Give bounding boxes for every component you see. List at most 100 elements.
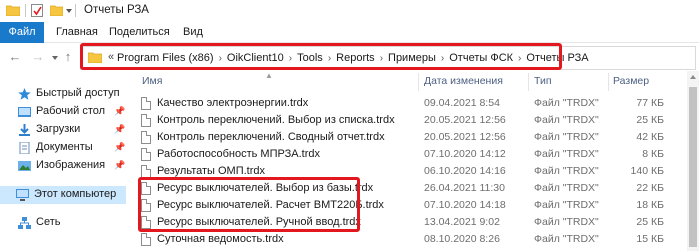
title-separator [25,4,26,17]
scroll-thumb[interactable] [689,87,697,247]
sidebar-item-downloads[interactable]: Загрузки 📌 [0,121,126,139]
breadcrumb-separator-icon[interactable]: › [518,53,521,64]
file-size: 77 КБ [636,97,664,109]
tab-view[interactable]: Вид [183,22,203,43]
sidebar-item-label: Документы [36,141,93,153]
column-divider[interactable] [418,73,419,91]
file-type: Файл "TRDX" [534,97,599,109]
sidebar-item-label: Быстрый доступ [36,87,120,99]
address-bar[interactable]: « Program Files (x86) › OikClient10 › To… [80,46,696,70]
sidebar-item-network[interactable]: Сеть [0,214,126,232]
sidebar-item-label: Рабочий стол [36,105,106,117]
file-type: Файл "TRDX" [534,182,599,194]
new-folder-quick-icon[interactable] [50,5,63,16]
column-header-size[interactable]: Размер [613,75,649,90]
column-header-type[interactable]: Тип [534,75,552,90]
breadcrumb-item[interactable]: Reports [336,52,375,64]
file-type: Файл "TRDX" [534,216,599,228]
sidebar-item-this-pc[interactable]: Этот компьютер [0,186,126,204]
file-row[interactable]: Ресурс выключателей. Выбор из базы.trdx … [136,180,666,197]
back-arrow-icon[interactable]: ← [8,50,22,64]
breadcrumb-item-current[interactable]: Отчеты РЗА [526,52,588,64]
file-size: 8 КБ [642,148,664,160]
file-row[interactable]: Ресурс выключателей. Расчет ВМТ220Б.trdx… [136,197,666,214]
file-row[interactable]: Качество электроэнергии.trdx 09.04.2021 … [136,95,666,112]
sidebar-item-pictures[interactable]: Изображения 📌 [0,157,126,175]
title-separator-2 [75,4,76,17]
navigation-pane: Быстрый доступ Рабочий стол 📌 Загрузки 📌… [0,71,126,251]
file-type: Файл "TRDX" [534,148,599,160]
breadcrumb-separator-icon[interactable]: › [380,53,383,64]
up-arrow-icon[interactable]: ↑ [61,50,75,64]
navigation-bar: ← → ↑ « Program Files (x86) › OikClient1… [0,43,699,71]
pin-icon[interactable]: 📌 [114,142,125,153]
column-divider[interactable] [528,73,529,91]
sidebar-item-documents[interactable]: Документы 📌 [0,139,126,157]
sidebar-item-desktop[interactable]: Рабочий стол 📌 [0,103,126,121]
breadcrumb-separator-icon[interactable]: › [328,53,331,64]
file-row[interactable]: Контроль переключений. Выбор из списка.t… [136,112,666,129]
sidebar-item-label: Сеть [36,216,61,228]
file-name: Ресурс выключателей. Выбор из базы.trdx [157,182,374,194]
forward-arrow-icon[interactable]: → [31,50,45,64]
file-size: 42 КБ [636,131,664,143]
file-size: 18 КБ [636,199,664,211]
computer-icon [16,189,29,201]
column-header-date[interactable]: Дата изменения [424,75,503,90]
file-row[interactable]: Работоспособность МПРЗА.trdx 07.10.2020 … [136,146,666,163]
title-bar: Отчеты РЗА [0,0,699,22]
file-row[interactable]: Суточная ведомость.trdx 08.10.2020 8:26 … [136,231,666,248]
file-date: 26.04.2021 11:30 [424,182,505,194]
tab-file[interactable]: Файл [0,22,44,43]
file-type: Файл "TRDX" [534,114,599,126]
properties-quick-icon[interactable] [31,4,43,17]
documents-icon [19,142,30,154]
file-icon [141,114,151,127]
pictures-icon [18,161,31,171]
pin-icon[interactable]: 📌 [114,124,125,135]
network-icon [18,217,31,229]
column-divider[interactable] [608,73,609,91]
sort-ascending-icon: ▲ [265,71,273,80]
file-icon [141,131,151,144]
breadcrumb-item[interactable]: Tools [297,52,323,64]
quick-access-dropdown-icon[interactable] [66,9,72,13]
file-date: 09.04.2021 8:54 [424,97,500,109]
tab-share[interactable]: Поделиться [109,22,170,43]
breadcrumb-item[interactable]: Program Files (x86) [117,52,214,64]
sidebar-item-label: Загрузки [36,123,81,135]
file-row[interactable]: Контроль переключений. Сводный отчет.trd… [136,129,666,146]
file-row[interactable]: Ресурс выключателей. Ручной ввод.trdx 13… [136,214,666,231]
ribbon-tabs: Файл Главная Поделиться Вид [0,22,699,43]
breadcrumb-item[interactable]: OikClient10 [227,52,284,64]
file-type: Файл "TRDX" [534,233,599,245]
overflow-chevron-icon[interactable]: « [108,51,114,63]
pin-icon[interactable]: 📌 [114,160,125,171]
breadcrumb-separator-icon[interactable]: › [441,53,444,64]
file-name: Работоспособность МПРЗА.trdx [157,148,320,160]
tab-home[interactable]: Главная [56,22,98,43]
sidebar-item-label: Изображения [36,159,106,171]
file-name: Контроль переключений. Сводный отчет.trd… [157,131,385,143]
column-header-name[interactable]: Имя [142,75,162,90]
breadcrumb-item[interactable]: Отчеты ФСК [449,52,513,64]
breadcrumb-separator-icon[interactable]: › [289,53,292,64]
file-size: 15 КБ [636,233,664,245]
scroll-up-icon[interactable] [690,75,696,79]
file-row[interactable]: Результаты ОМП.trdx 06.10.2020 14:16 Фай… [136,163,666,180]
file-name: Ресурс выключателей. Ручной ввод.trdx [157,216,361,228]
folder-icon [6,5,20,16]
breadcrumb-item[interactable]: Примеры [388,52,436,64]
file-icon [141,216,151,229]
recent-locations-dropdown-icon[interactable] [52,56,58,60]
file-type: Файл "TRDX" [534,199,599,211]
downloads-icon [19,124,30,136]
file-icon [141,148,151,161]
vertical-scrollbar[interactable] [687,71,699,251]
file-type: Файл "TRDX" [534,131,599,143]
pin-icon[interactable]: 📌 [114,106,125,117]
breadcrumb: Program Files (x86) › OikClient10 › Tool… [117,52,589,64]
breadcrumb-separator-icon[interactable]: › [219,53,222,64]
file-name: Ресурс выключателей. Расчет ВМТ220Б.trdx [157,199,384,211]
sidebar-item-quick-access[interactable]: Быстрый доступ [0,85,126,103]
